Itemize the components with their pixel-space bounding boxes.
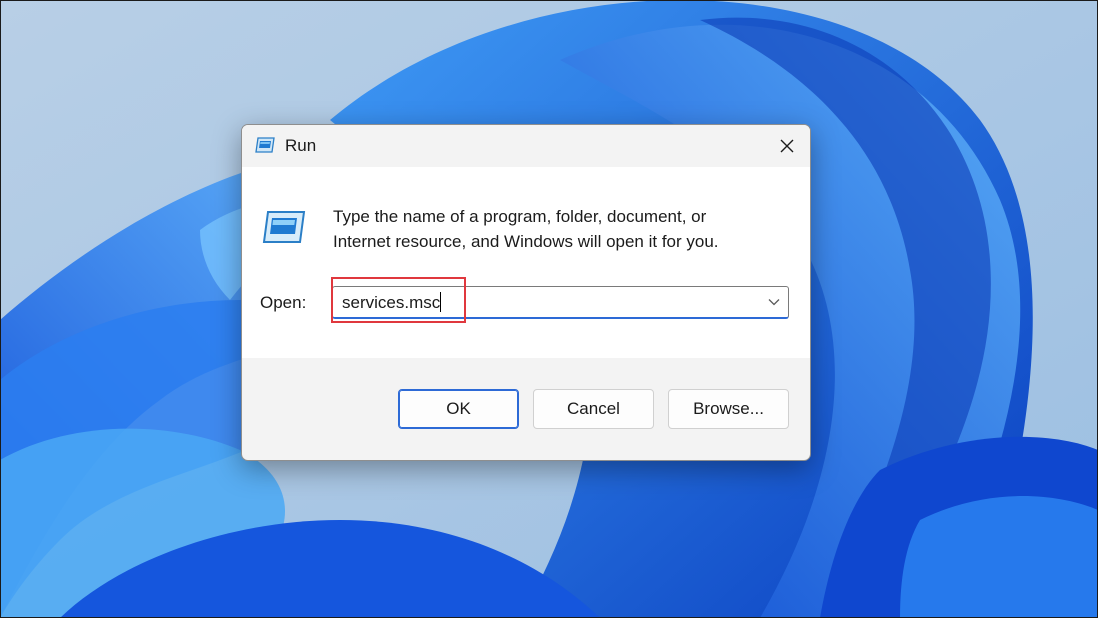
ok-button[interactable]: OK	[398, 389, 519, 429]
dialog-titlebar[interactable]: Run	[242, 125, 810, 167]
browse-button[interactable]: Browse...	[668, 389, 789, 429]
description-line-2: Internet resource, and Windows will open…	[333, 232, 719, 251]
dialog-description: Type the name of a program, folder, docu…	[333, 204, 773, 254]
open-input[interactable]: services.msc	[342, 293, 440, 313]
text-caret	[440, 292, 441, 312]
run-large-icon	[262, 211, 306, 243]
dialog-title: Run	[285, 136, 317, 155]
chevron-down-icon[interactable]	[768, 298, 780, 306]
dialog-content: Type the name of a program, folder, docu…	[242, 167, 810, 358]
close-button[interactable]	[764, 125, 810, 167]
run-icon	[255, 137, 275, 153]
description-line-1: Type the name of a program, folder, docu…	[333, 207, 707, 226]
cancel-button[interactable]: Cancel	[533, 389, 654, 429]
open-combobox[interactable]: services.msc	[332, 286, 789, 319]
open-label: Open:	[260, 293, 307, 312]
run-dialog: Run Type the name of a program, folder, …	[241, 124, 811, 461]
close-icon	[780, 139, 794, 153]
